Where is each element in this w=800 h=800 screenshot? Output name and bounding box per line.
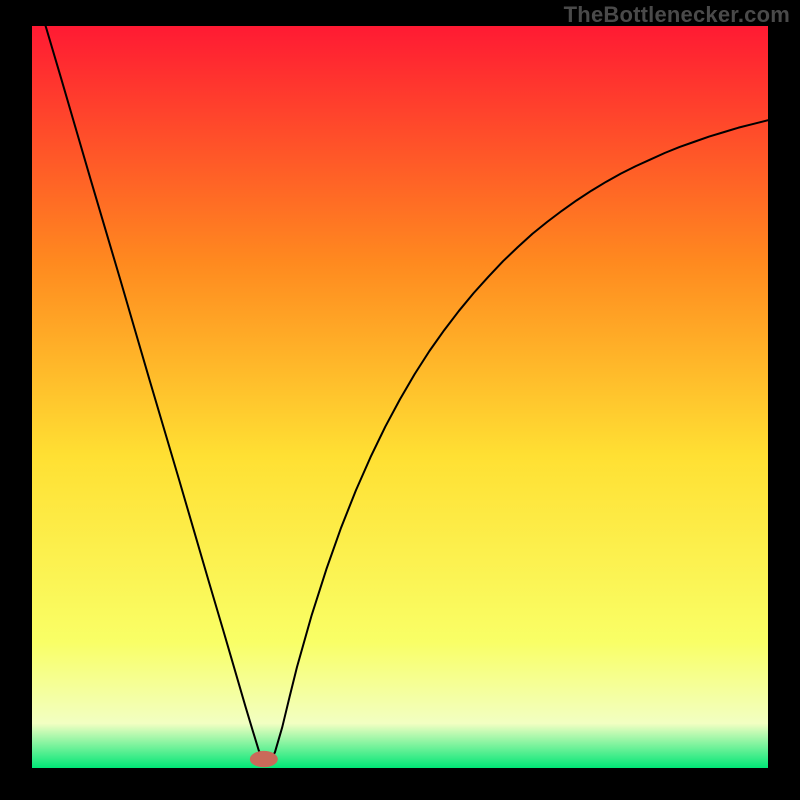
watermark-text: TheBottlenecker.com (564, 2, 790, 28)
bottleneck-chart (32, 26, 768, 768)
plot-area (32, 26, 768, 768)
chart-frame: TheBottlenecker.com (0, 0, 800, 800)
gradient-background (32, 26, 768, 768)
operating-point-marker (250, 751, 278, 767)
